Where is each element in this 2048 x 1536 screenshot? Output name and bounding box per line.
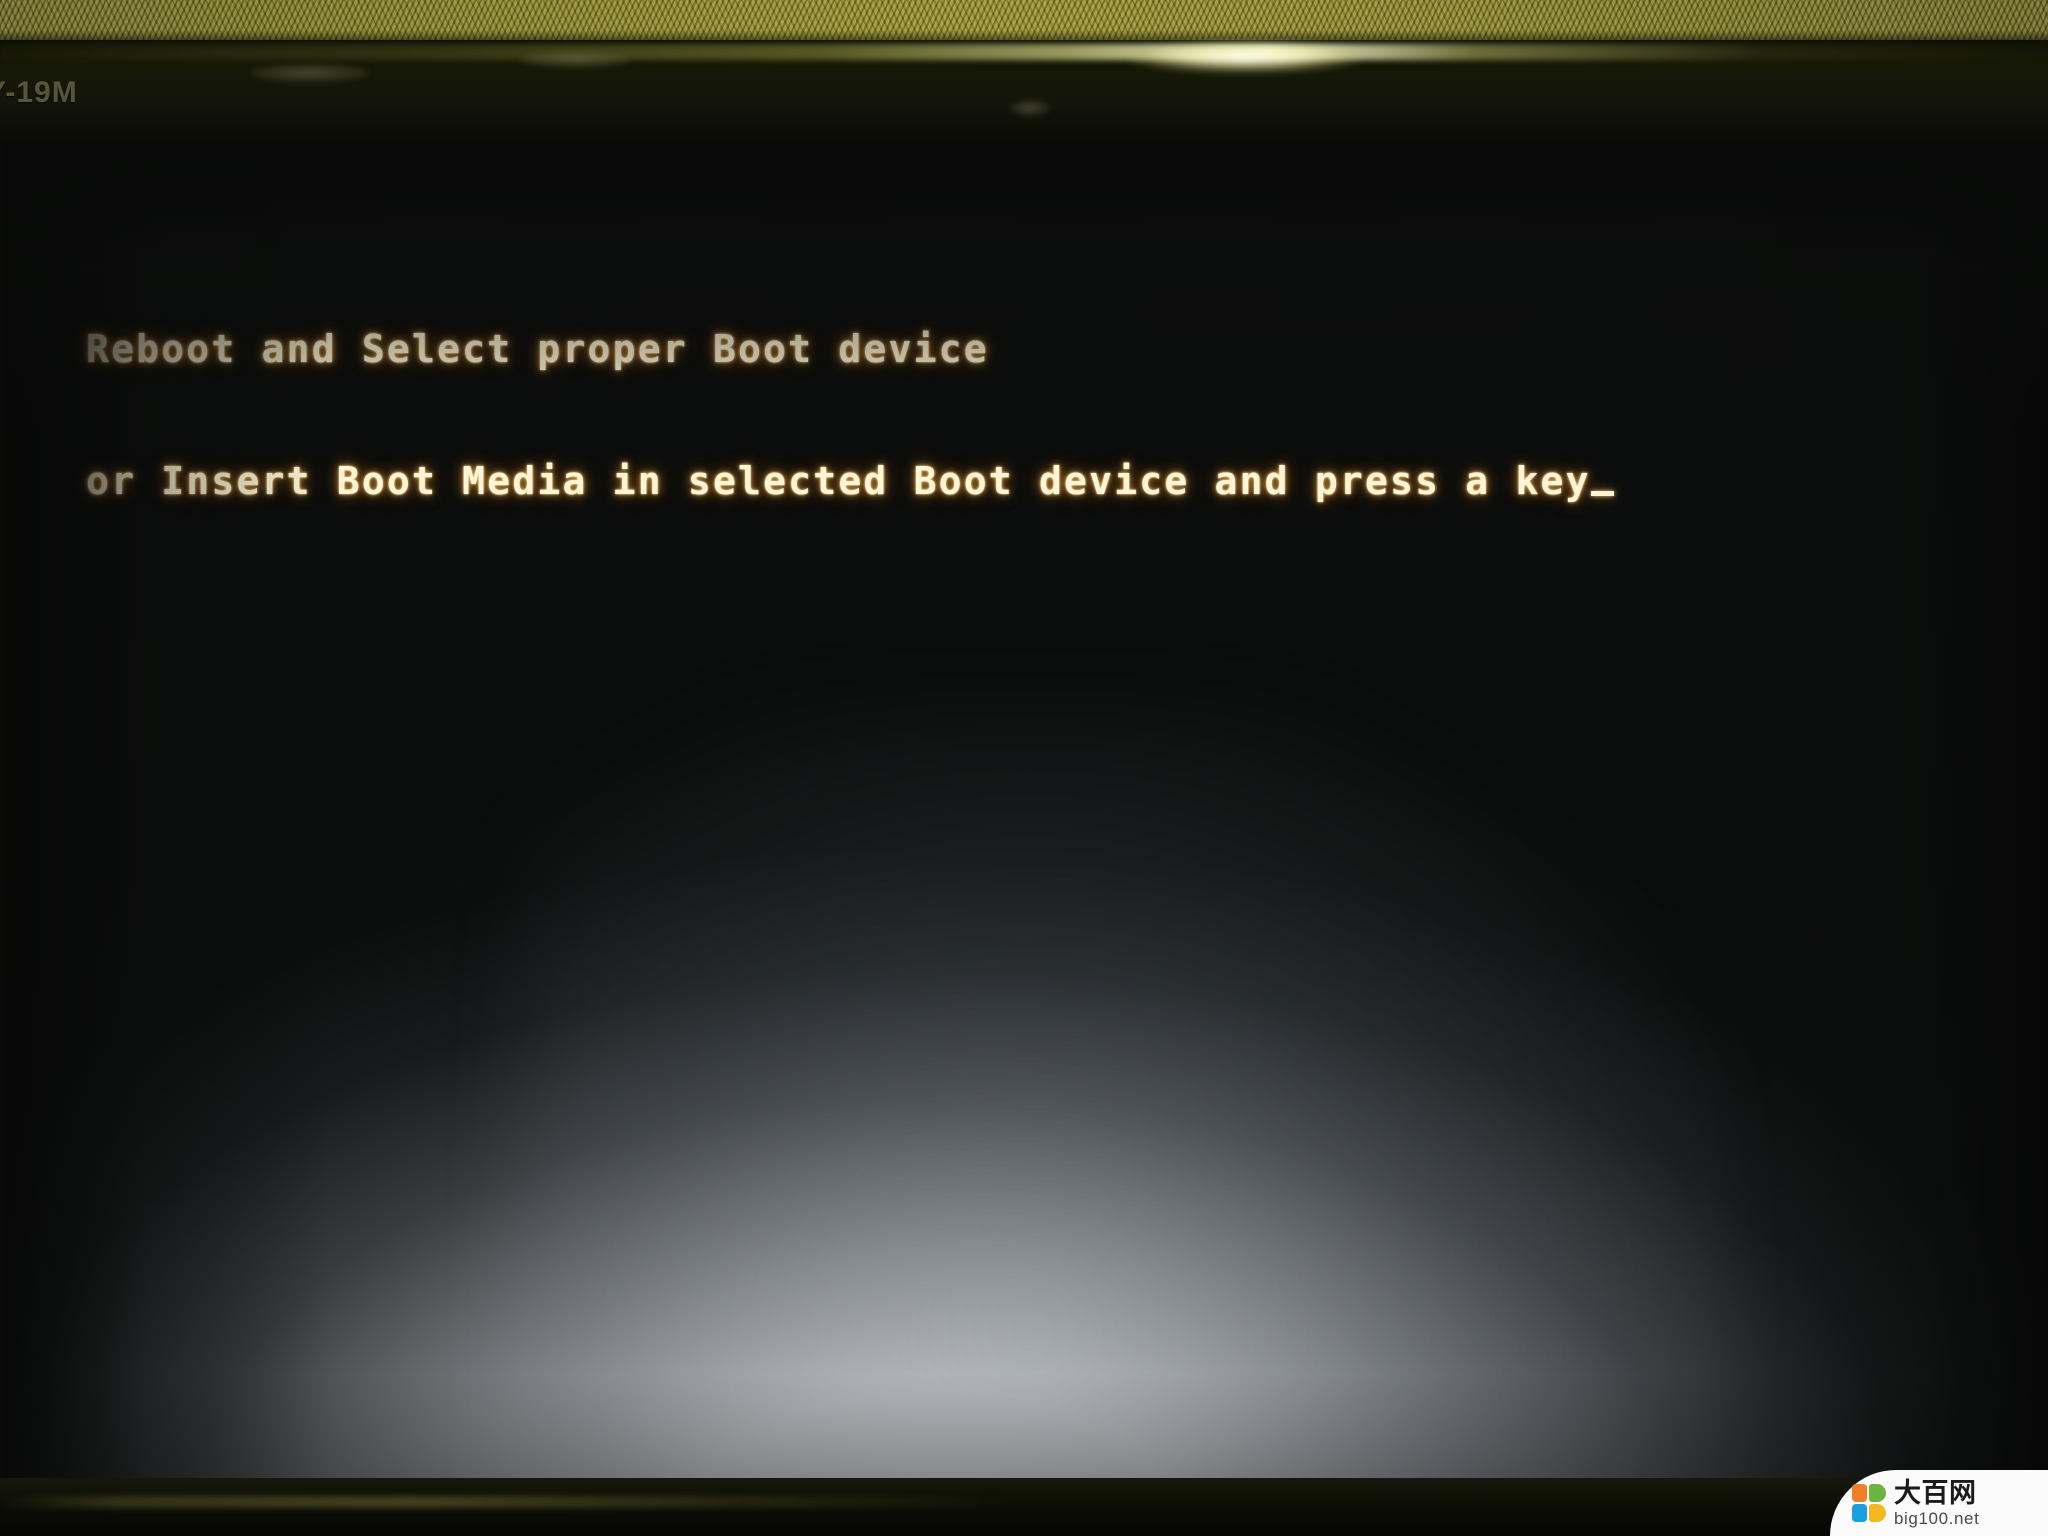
watermark-domain: big100.net	[1894, 1508, 1980, 1528]
photo-of-monitor: Y-19M Reboot and Select proper Boot devi…	[0, 0, 2048, 1536]
bezel-reflection-spot	[250, 64, 370, 82]
bezel-reflection-spot	[1010, 100, 1050, 116]
logo-square-orange	[1852, 1484, 1867, 1502]
big100-logo-icon	[1852, 1484, 1886, 1522]
bezel-specular-highlight	[1130, 42, 1360, 72]
logo-square-blue	[1852, 1504, 1867, 1522]
bezel-bottom-highlight	[0, 1496, 1020, 1508]
logo-square-yellow	[1869, 1504, 1886, 1522]
logo-square-green	[1869, 1484, 1886, 1502]
watermark-site-name-cn: 大百网	[1894, 1477, 1977, 1509]
bezel-reflection-spot	[520, 52, 630, 68]
monitor-model-label: Y-19M	[0, 76, 78, 109]
watermark-text: 大百网 big100.net	[1894, 1480, 1979, 1527]
screen-vignette	[4, 143, 2048, 1480]
bezel-gloss-highlight	[0, 44, 2048, 60]
site-watermark: 大百网 big100.net	[1830, 1470, 2048, 1536]
monitor-screen: Reboot and Select proper Boot device or …	[4, 143, 2048, 1480]
